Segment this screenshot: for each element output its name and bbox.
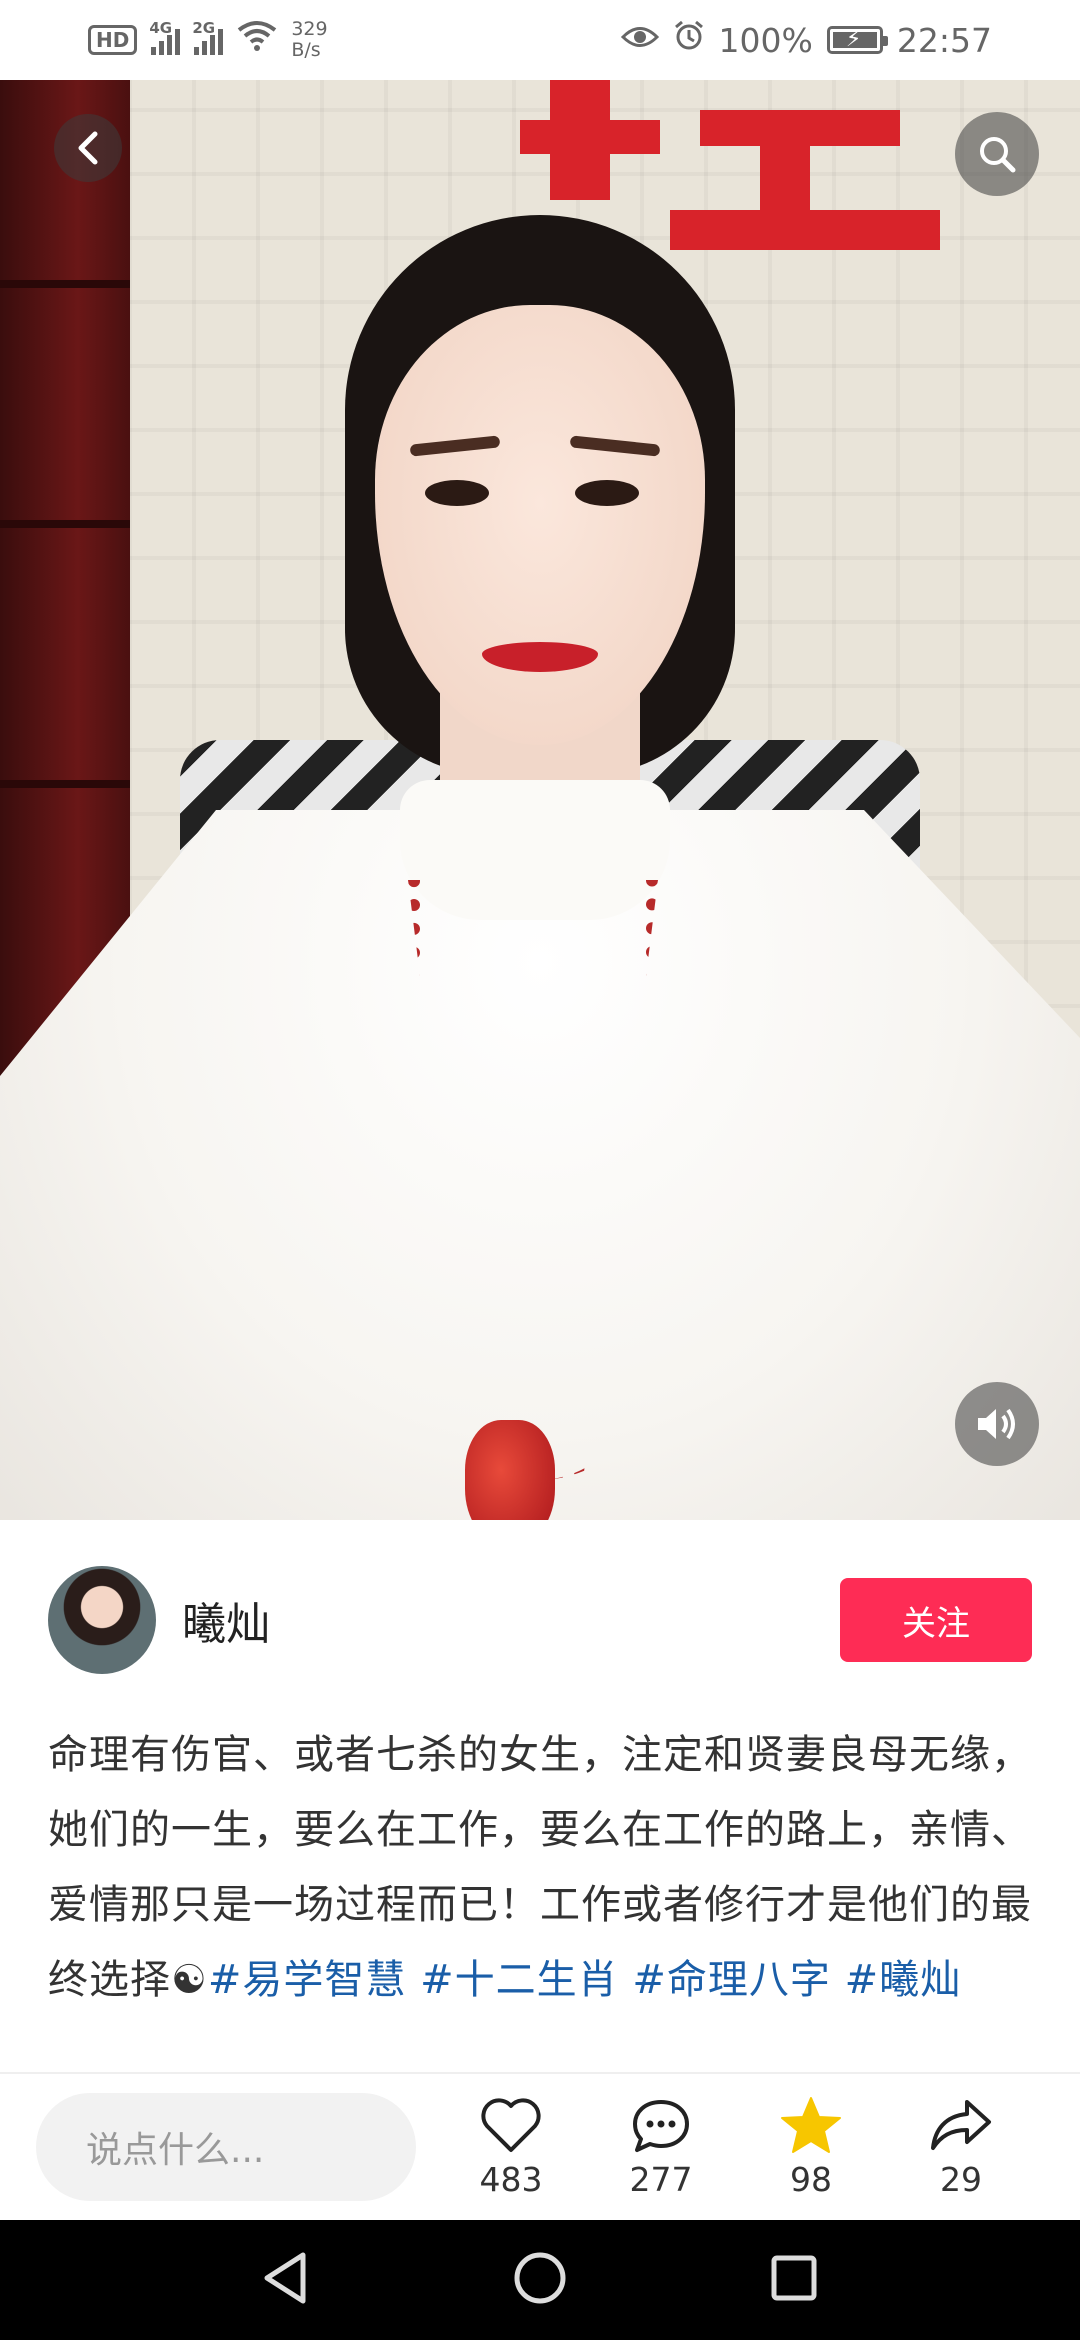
hashtag[interactable]: #命理八字	[632, 1957, 831, 2003]
clock: 22:57	[896, 20, 992, 60]
volume-button[interactable]	[955, 1382, 1039, 1466]
comment-input[interactable]: 说点什么...	[36, 2093, 416, 2201]
background-shelf	[0, 80, 130, 1080]
eye	[575, 480, 639, 506]
battery-percent: 100%	[718, 20, 813, 60]
nav-recents-icon	[771, 2255, 817, 2301]
follow-button[interactable]: 关注	[840, 1578, 1032, 1662]
comment-button[interactable]: 277	[586, 2096, 736, 2199]
star-icon	[781, 2096, 841, 2153]
sim1-label: 4G	[149, 19, 173, 37]
status-left: HD 4G 2G 329 B/s	[88, 19, 328, 61]
signal-icon: 4G	[149, 19, 181, 55]
nav-back-button[interactable]	[261, 2251, 311, 2309]
author-row: 曦灿 关注	[0, 1520, 1080, 1720]
share-button[interactable]: 29	[886, 2096, 1036, 2199]
yin-yang-emoji: ☯	[171, 1957, 208, 2003]
action-bar: 说点什么... 483 277 98 29	[0, 2072, 1080, 2220]
share-icon	[931, 2099, 991, 2150]
back-icon	[78, 131, 98, 165]
author-name[interactable]: 曦灿	[182, 1588, 270, 1652]
hashtag[interactable]: #十二生肖	[420, 1957, 619, 2003]
net-speed-unit: B/s	[291, 39, 321, 61]
like-count: 483	[479, 2159, 543, 2199]
hashtag[interactable]: #易学智慧	[208, 1957, 407, 2003]
volume-icon	[978, 1408, 1015, 1440]
nav-home-button[interactable]	[512, 2250, 568, 2310]
collect-button[interactable]: 98	[736, 2096, 886, 2199]
hd-badge: HD	[88, 25, 138, 55]
battery-charging-icon: ⚡	[826, 26, 888, 54]
search-button[interactable]	[955, 112, 1039, 196]
collect-count: 98	[790, 2159, 832, 2199]
sim2-label: 2G	[192, 19, 216, 37]
red-pendant	[465, 1420, 555, 1520]
status-bar: HD 4G 2G 329 B/s 100% ⚡ 22:57	[0, 0, 1080, 80]
heart-icon	[481, 2097, 541, 2152]
wifi-icon	[237, 20, 277, 61]
eye-icon	[620, 23, 659, 58]
alarm-icon	[673, 20, 705, 60]
post-description: 命理有伤官、或者七杀的女生，注定和贤妻良母无缘，她们的一生，要么在工作，要么在工…	[48, 1718, 1038, 2074]
share-count: 29	[940, 2159, 982, 2199]
comment-icon	[633, 2099, 689, 2152]
hashtag[interactable]: #曦灿	[845, 1957, 962, 2003]
like-button[interactable]: 483	[436, 2096, 586, 2199]
nav-home-icon	[514, 2252, 566, 2304]
post-image[interactable]	[0, 80, 1080, 1520]
nav-recents-button[interactable]	[769, 2253, 819, 2307]
system-nav-bar	[0, 2220, 1080, 2340]
action-buttons: 483 277 98 29	[436, 2096, 1036, 2199]
comment-count: 277	[629, 2159, 693, 2199]
back-button[interactable]	[54, 114, 122, 182]
eye	[425, 480, 489, 506]
signal-icon: 2G	[192, 19, 224, 55]
net-speed-value: 329	[291, 18, 328, 40]
nav-back-icon	[264, 2252, 306, 2304]
avatar[interactable]	[48, 1566, 156, 1674]
net-speed: 329 B/s	[291, 19, 327, 61]
screen: HD 4G 2G 329 B/s 100% ⚡ 22:57 曦灿 关注 命理有伤…	[0, 0, 1080, 2340]
search-icon	[980, 137, 1016, 173]
status-right: 100% ⚡ 22:57	[620, 20, 992, 60]
